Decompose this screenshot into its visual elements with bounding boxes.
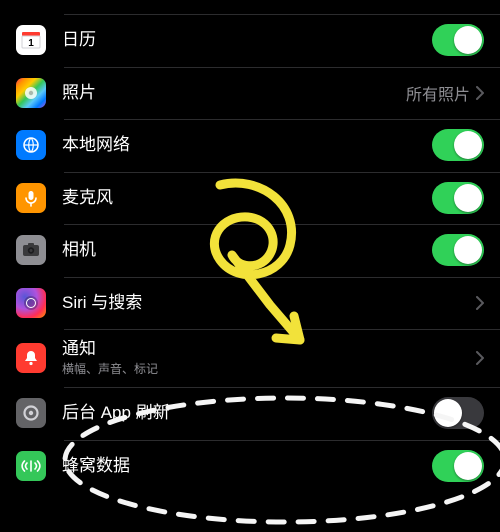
settings-row-unknown[interactable] [0,0,500,14]
camera-icon [16,235,46,265]
camera-toggle[interactable] [432,234,484,266]
notifications-icon [16,343,46,373]
local-network-icon [16,130,46,160]
settings-row-cellular[interactable]: 蜂窝数据 [0,440,500,493]
cellular-icon [16,451,46,481]
microphone-icon [16,183,46,213]
settings-row-calendar[interactable]: 1 日历 [0,14,500,67]
row-label: 照片 [62,83,406,103]
cellular-toggle[interactable] [432,450,484,482]
calendar-icon: 1 [16,25,46,55]
chevron-right-icon [476,351,484,365]
settings-row-notifications[interactable]: 通知 横幅、声音、标记 [0,329,500,387]
chevron-right-icon [476,86,484,100]
settings-row-camera[interactable]: 相机 [0,224,500,277]
photos-detail: 所有照片 [406,81,470,105]
row-label: 蜂窝数据 [62,456,432,476]
row-label: Siri 与搜索 [62,293,476,313]
settings-row-local-network[interactable]: 本地网络 [0,119,500,172]
settings-row-photos[interactable]: 照片 所有照片 [0,67,500,120]
row-label: 通知 [62,339,476,359]
row-label: 相机 [62,240,432,260]
settings-row-microphone[interactable]: 麦克风 [0,172,500,225]
photos-icon [16,78,46,108]
settings-screen: { "rows": { "top": { "label": "" }, "cal… [0,0,500,532]
calendar-toggle[interactable] [432,24,484,56]
siri-icon [16,288,46,318]
svg-text:1: 1 [28,38,34,49]
local-network-toggle[interactable] [432,129,484,161]
row-label: 麦克风 [62,188,432,208]
settings-row-background-refresh[interactable]: 后台 App 刷新 [0,387,500,440]
settings-list: 1 日历 照片 所有照片 本地网络 麦克风 相机 [0,0,500,492]
microphone-toggle[interactable] [432,182,484,214]
settings-row-siri[interactable]: Siri 与搜索 [0,277,500,330]
chevron-right-icon [476,296,484,310]
row-label: 本地网络 [62,135,432,155]
gear-icon [16,398,46,428]
row-label: 日历 [62,30,432,50]
background-refresh-toggle[interactable] [432,397,484,429]
row-label: 后台 App 刷新 [62,403,432,423]
notifications-subtitle: 横幅、声音、标记 [62,360,476,377]
